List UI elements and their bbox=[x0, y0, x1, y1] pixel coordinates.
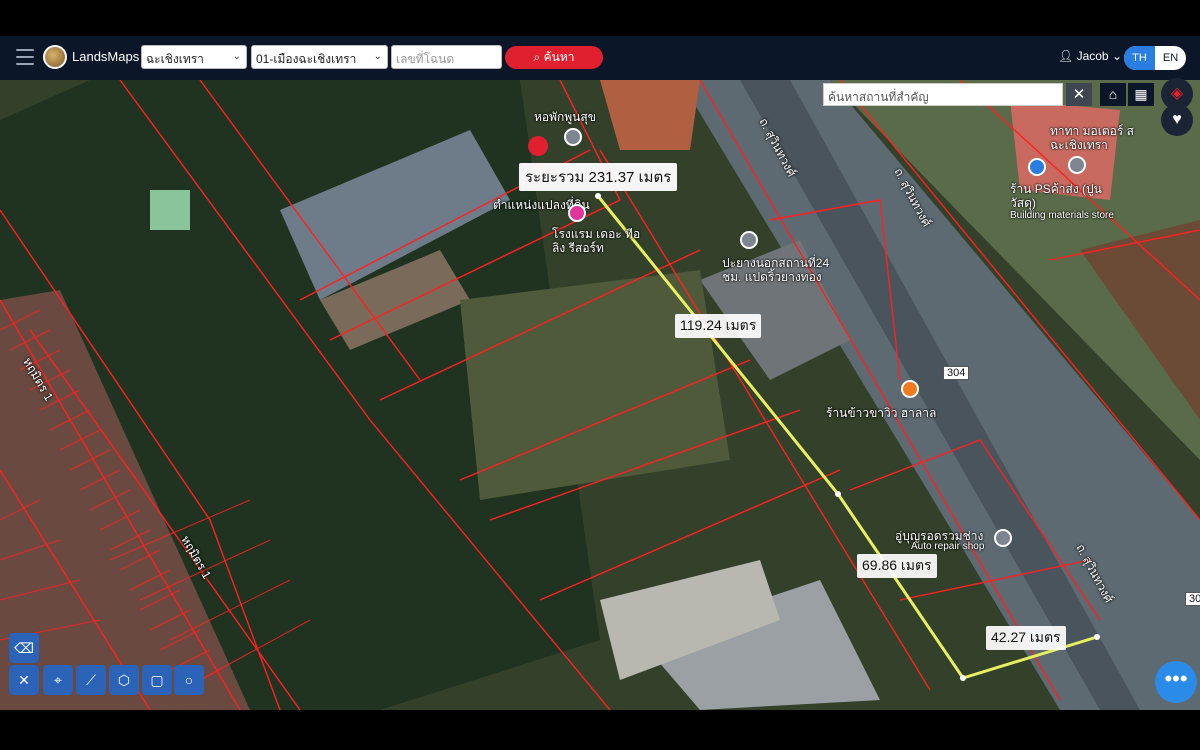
more-options-button[interactable]: ••• bbox=[1155, 661, 1197, 703]
language-toggle[interactable]: TH EN bbox=[1124, 46, 1186, 70]
search-button-label: ค้นหา bbox=[543, 50, 575, 64]
place-label: ร้าน PSค้าส่ง (ปูนวัสดุ) bbox=[1010, 182, 1102, 210]
eraser-icon[interactable]: ⌫ bbox=[9, 633, 39, 663]
place-icon[interactable] bbox=[994, 529, 1012, 547]
district-select-value: 01-เมืองฉะเชิงเทรา bbox=[256, 52, 357, 66]
highway-number: 30 bbox=[1185, 592, 1200, 606]
polyline-icon[interactable]: ⟋ bbox=[76, 665, 106, 695]
user-icon: 👤︎ bbox=[1058, 49, 1074, 63]
measure-start-point[interactable] bbox=[595, 193, 601, 199]
user-menu[interactable]: 👤︎ Jacob ⌄ bbox=[1058, 49, 1122, 63]
place-label: โรงแรม เดอะ ทีอ ลิง รีสอร์ท bbox=[552, 227, 641, 255]
tools-icon[interactable]: ✕ bbox=[9, 665, 39, 695]
heart-icon[interactable]: ♥ bbox=[1161, 104, 1193, 136]
app-name: LandsMaps bbox=[72, 49, 140, 64]
chevron-down-icon: ⌄ bbox=[232, 51, 241, 62]
place-label: หอพักพูนสุข bbox=[534, 110, 596, 124]
measure-end-point[interactable] bbox=[1094, 634, 1100, 640]
place-icon[interactable] bbox=[740, 231, 758, 249]
segment-distance-1: 119.24 เมตร bbox=[675, 314, 762, 338]
pin-icon[interactable]: ⌖ bbox=[43, 665, 73, 695]
place-search-input[interactable]: ค้นหาสถานที่สำคัญ bbox=[823, 83, 1063, 106]
user-name: Jacob bbox=[1076, 49, 1109, 63]
polygon-icon[interactable]: ⬡ bbox=[109, 665, 139, 695]
place-label: ปะยางนอกสถานที่24 ชม. แปดริ้วยางทอง bbox=[722, 256, 830, 284]
place-label: ทาทา มอเตอร์ ส ฉะเชิงเทรา bbox=[1050, 124, 1134, 152]
place-icon[interactable] bbox=[564, 128, 582, 146]
lang-en-button[interactable]: EN bbox=[1155, 46, 1186, 70]
close-icon[interactable]: ✕ bbox=[1066, 83, 1092, 106]
place-label: ร้านข้าวขาวิว ฮาลาล bbox=[826, 406, 937, 420]
home-icon[interactable]: ⌂ bbox=[1100, 83, 1126, 106]
rectangle-icon[interactable]: ▢ bbox=[142, 665, 172, 695]
satellite-map[interactable]: ระยะรวม 231.37 เมตร ตำแหน่งแปลงที่ดิน 11… bbox=[0, 80, 1200, 710]
province-select-value: ฉะเชิงเทรา bbox=[146, 52, 204, 66]
place-icon[interactable] bbox=[1068, 156, 1086, 174]
restaurant-icon[interactable] bbox=[901, 380, 919, 398]
place-subtitle: Building materials store bbox=[1010, 210, 1114, 221]
circle-icon[interactable]: ○ bbox=[174, 665, 204, 695]
measure-vertex[interactable] bbox=[835, 491, 841, 497]
segment-distance-2: 69.86 เมตร bbox=[857, 554, 937, 578]
segment-distance-3: 42.27 เมตร bbox=[986, 626, 1066, 650]
chevron-down-icon: ⌄ bbox=[373, 51, 382, 62]
menu-icon[interactable] bbox=[16, 49, 34, 65]
district-select[interactable]: 01-เมืองฉะเชิงเทรา ⌄ bbox=[251, 45, 388, 69]
lang-th-button[interactable]: TH bbox=[1124, 46, 1155, 70]
deed-number-input[interactable]: เลขที่โฉนด bbox=[391, 45, 502, 69]
place-subtitle: Auto repair shop bbox=[911, 541, 985, 552]
measure-vertex[interactable] bbox=[960, 675, 966, 681]
grid-icon[interactable]: ▦ bbox=[1128, 83, 1154, 106]
search-button[interactable]: ⌕ ค้นหา bbox=[505, 46, 603, 69]
store-icon[interactable] bbox=[1028, 158, 1046, 176]
landsmaps-logo bbox=[43, 45, 67, 69]
province-select[interactable]: ฉะเชิงเทรา ⌄ bbox=[141, 45, 247, 69]
hotel-icon[interactable] bbox=[568, 204, 586, 222]
highway-number: 304 bbox=[943, 366, 970, 380]
search-icon: ⌕ bbox=[533, 50, 541, 64]
chevron-down-icon: ⌄ bbox=[1111, 49, 1123, 63]
total-distance-label: ระยะรวม 231.37 เมตร bbox=[519, 163, 678, 191]
